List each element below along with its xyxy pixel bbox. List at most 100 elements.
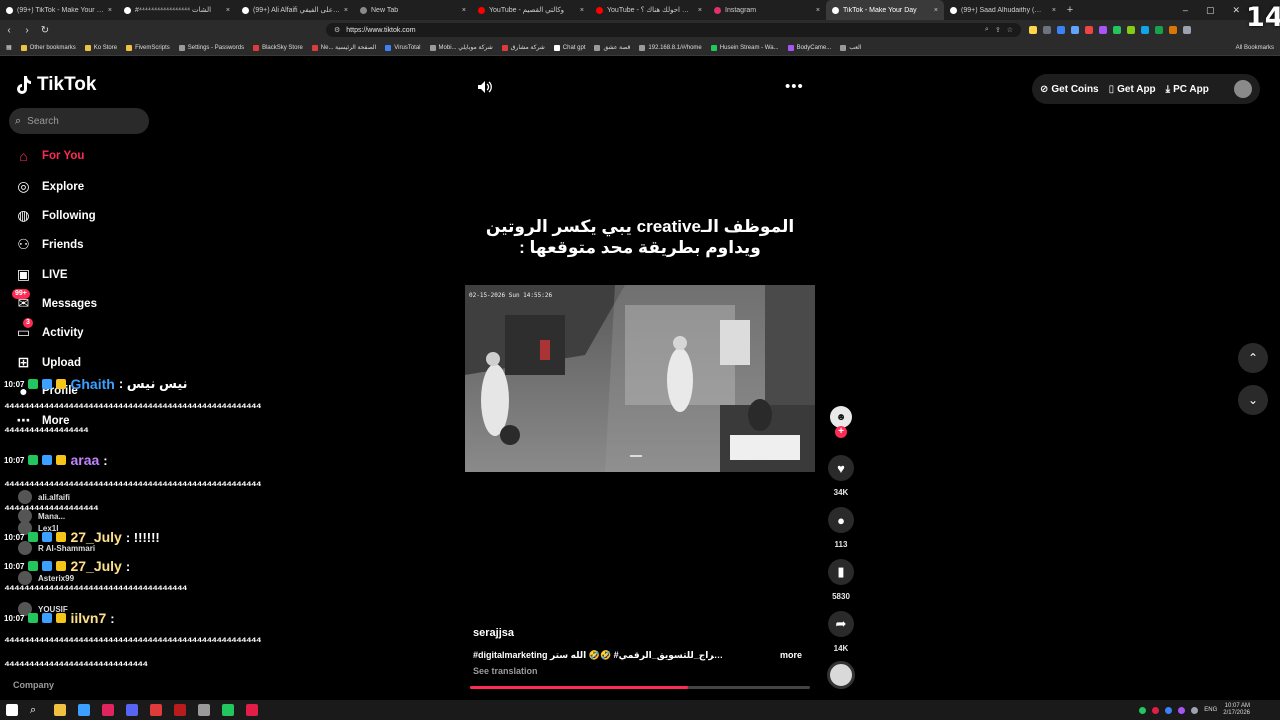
search-icon[interactable]: ⌕: [30, 704, 42, 716]
extension-icon[interactable]: [1127, 26, 1135, 34]
tab-close-icon[interactable]: ×: [934, 7, 938, 14]
profile-avatar[interactable]: [1234, 80, 1252, 98]
share-icon[interactable]: ⇪: [995, 26, 1001, 34]
follow-plus-button[interactable]: +: [835, 426, 847, 438]
extension-icon[interactable]: [1141, 26, 1149, 34]
sidebar-item-explore[interactable]: ◎ Explore: [15, 178, 84, 195]
app-icon[interactable]: [150, 704, 162, 716]
bookmark-item[interactable]: شركة مشارق: [501, 44, 545, 51]
bookmark-item[interactable]: Mobi... شركة موبايلي: [429, 44, 493, 51]
description-more-button[interactable]: more: [780, 650, 802, 660]
browser-tab[interactable]: #الشات ⁴⁴⁴⁴⁴⁴⁴⁴⁴⁴⁴⁴⁴⁴⁴⁴⁴ ×: [118, 0, 236, 20]
video-author[interactable]: serajjsa: [473, 627, 514, 639]
tab-close-icon[interactable]: ×: [1052, 7, 1056, 14]
site-info-icon[interactable]: ⚙: [334, 26, 340, 34]
app-icon[interactable]: [174, 704, 186, 716]
url-text[interactable]: https://www.tiktok.com: [346, 27, 979, 34]
bookmark-item[interactable]: Husein Stream - Wa...: [710, 44, 779, 51]
company-link[interactable]: Company: [13, 680, 54, 690]
bookmark-item[interactable]: Ne... الصفحة الرئيسية: [311, 44, 376, 51]
bookmark-item[interactable]: FivemScripts: [126, 44, 170, 51]
like-button[interactable]: ♥: [828, 455, 854, 481]
bookmark-item[interactable]: BlackSky Store: [253, 44, 303, 51]
windows-start-icon[interactable]: [6, 704, 18, 716]
browser-tab[interactable]: YouTube - ابن اختي احولك هناك ؟ ×: [590, 0, 708, 20]
bookmark-item[interactable]: Ko Store: [84, 44, 117, 51]
browser-tab[interactable]: New Tab ×: [354, 0, 472, 20]
browser-tab[interactable]: YouTube - وكالتي القصيم ×: [472, 0, 590, 20]
reload-icon[interactable]: ↻: [36, 25, 54, 36]
get-app-button[interactable]: ▯ Get App: [1109, 84, 1156, 95]
sidebar-item-live[interactable]: ▣ LIVE: [15, 266, 68, 283]
music-disc-icon[interactable]: [827, 661, 855, 689]
steam-icon[interactable]: [78, 704, 90, 716]
bookmark-item[interactable]: VirusTotal: [385, 44, 421, 51]
volume-icon[interactable]: [478, 80, 492, 96]
previous-video-button[interactable]: ⌃: [1238, 343, 1268, 373]
extension-icon[interactable]: [1113, 26, 1121, 34]
bookmark-item[interactable]: 192.168.8.1/#/home: [639, 44, 702, 51]
tray-icon[interactable]: [1165, 706, 1173, 714]
tab-close-icon[interactable]: ×: [108, 7, 112, 14]
clock[interactable]: 10:07 AM 2/17/2026: [1223, 703, 1250, 717]
tray-icon[interactable]: [1178, 706, 1186, 714]
extension-icon[interactable]: [1169, 26, 1177, 34]
extension-icon[interactable]: [1085, 26, 1093, 34]
new-tab-button[interactable]: +: [1062, 4, 1078, 16]
extension-icon[interactable]: [1029, 26, 1037, 34]
all-bookmarks-button[interactable]: All Bookmarks: [1236, 45, 1280, 51]
comment-button[interactable]: ●: [828, 507, 854, 533]
sidebar-item-upload[interactable]: ⊞ Upload: [15, 354, 81, 371]
sidebar-item-activity[interactable]: ▭ 3 Activity: [15, 318, 84, 341]
app-icon[interactable]: [222, 704, 234, 716]
more-options-icon[interactable]: •••: [785, 78, 804, 95]
bookmark-item[interactable]: Chat gpt: [553, 44, 585, 51]
bookmark-star-icon[interactable]: ☆: [1007, 26, 1013, 34]
browser-tab[interactable]: Instagram ×: [708, 0, 826, 20]
bookmark-item[interactable]: قصة عشق: [594, 44, 630, 51]
extension-icon[interactable]: [1071, 26, 1079, 34]
tab-close-icon[interactable]: ×: [226, 7, 230, 14]
save-button[interactable]: ▮: [828, 559, 854, 585]
settings-icon[interactable]: [198, 704, 210, 716]
tab-close-icon[interactable]: ×: [344, 7, 348, 14]
tiktok-logo[interactable]: TikTok: [15, 74, 96, 96]
tab-close-icon[interactable]: ×: [816, 7, 820, 14]
creator-avatar[interactable]: ☻: [830, 406, 852, 428]
browser-icon[interactable]: [102, 704, 114, 716]
browser-tab[interactable]: TikTok - Make Your Day ×: [826, 0, 944, 20]
tray-icon[interactable]: [1191, 706, 1199, 714]
extension-icon[interactable]: [1057, 26, 1065, 34]
close-window-icon[interactable]: ✕: [1232, 5, 1240, 16]
back-icon[interactable]: ‹: [0, 25, 18, 36]
tab-close-icon[interactable]: ×: [580, 7, 584, 14]
browser-tab[interactable]: (99+) Saad Alhudaithy (@saad_hu7) | ×: [944, 0, 1062, 20]
extension-icon[interactable]: [1155, 26, 1163, 34]
share-button[interactable]: ➦: [828, 611, 854, 637]
video-progress-bar[interactable]: [470, 686, 810, 689]
forward-icon[interactable]: ›: [18, 25, 36, 36]
tray-icon[interactable]: [1152, 706, 1160, 714]
extension-icon[interactable]: [1183, 26, 1191, 34]
pc-app-button[interactable]: ⤓ PC App: [1166, 84, 1209, 95]
map-pin-icon[interactable]: [246, 704, 258, 716]
minimize-icon[interactable]: –: [1183, 5, 1188, 16]
get-coins-button[interactable]: ⊘ Get Coins: [1040, 84, 1099, 95]
video-player[interactable]: 02-15-2026 Sun 14:55:26 Camera: [465, 285, 815, 472]
next-video-button[interactable]: ⌄: [1238, 385, 1268, 415]
maximize-icon[interactable]: ▢: [1206, 5, 1215, 16]
address-bar[interactable]: ⚙ https://www.tiktok.com ⌕ ⇪ ☆: [326, 23, 1021, 37]
extension-icon[interactable]: [1099, 26, 1107, 34]
tray-icon[interactable]: [1139, 706, 1147, 714]
sidebar-item-messages[interactable]: ✉ 99+ Messages: [12, 289, 97, 312]
sidebar-item-for-you[interactable]: ⌂ For You: [15, 148, 84, 164]
bookmark-item[interactable]: Settings - Passwords: [178, 44, 244, 51]
tab-close-icon[interactable]: ×: [698, 7, 702, 14]
zoom-icon[interactable]: ⌕: [985, 26, 989, 34]
extension-icon[interactable]: [1043, 26, 1051, 34]
sidebar-item-following[interactable]: ◍ Following: [15, 207, 95, 224]
bookmark-item[interactable]: العب: [840, 44, 862, 51]
see-translation-link[interactable]: See translation: [473, 666, 538, 676]
file-explorer-icon[interactable]: [54, 704, 66, 716]
sidebar-item-friends[interactable]: ⚇ Friends: [15, 236, 83, 253]
